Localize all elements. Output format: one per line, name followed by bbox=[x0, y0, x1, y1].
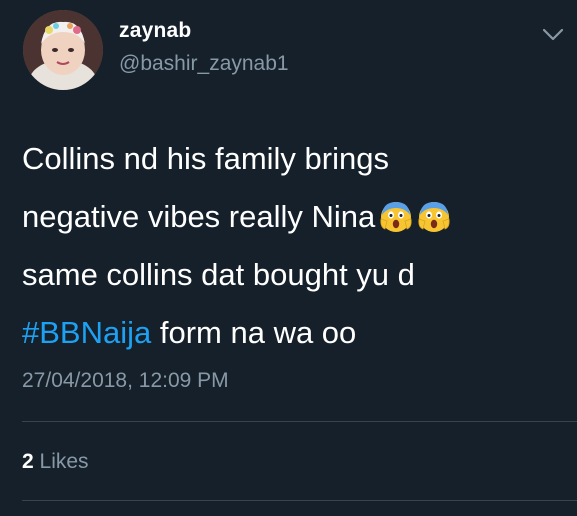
face-screaming-in-fear-icon bbox=[379, 199, 413, 233]
likes-label: Likes bbox=[33, 450, 89, 473]
tweet-text: Collins nd his family brings negative vi… bbox=[22, 130, 562, 362]
tweet-text-line-3-content: same collins dat bought yu d bbox=[22, 257, 415, 292]
tweet-text-line-1: Collins nd his family brings bbox=[22, 130, 562, 188]
chevron-down-icon[interactable] bbox=[541, 27, 565, 43]
tweet-text-line-3: same collins dat bought yu d bbox=[22, 246, 562, 304]
tweet-text-line-4: #BBNaija form na wa oo bbox=[22, 304, 562, 362]
tweet-text-line-4-content: form na wa oo bbox=[151, 315, 357, 350]
avatar-image bbox=[23, 10, 103, 90]
tweet-timestamp[interactable]: 27/04/2018, 12:09 PM bbox=[22, 369, 229, 393]
divider bbox=[22, 421, 577, 422]
divider bbox=[22, 500, 577, 501]
tweet-text-line-2-content: negative vibes really Nina bbox=[22, 199, 376, 234]
tweet-card: zaynab @bashir_zaynab1 Collins nd his fa… bbox=[0, 0, 577, 516]
hashtag-link[interactable]: #BBNaija bbox=[22, 315, 151, 350]
display-name[interactable]: zaynab bbox=[119, 19, 191, 43]
avatar[interactable] bbox=[23, 10, 103, 90]
likes-link[interactable]: 2 Likes bbox=[22, 450, 89, 474]
tweet-text-line-2: negative vibes really Nina bbox=[22, 188, 562, 246]
face-screaming-in-fear-icon bbox=[417, 199, 451, 233]
likes-count: 2 bbox=[22, 450, 34, 473]
user-handle[interactable]: @bashir_zaynab1 bbox=[119, 52, 289, 76]
tweet-text-line-1-content: Collins nd his family brings bbox=[22, 141, 389, 176]
